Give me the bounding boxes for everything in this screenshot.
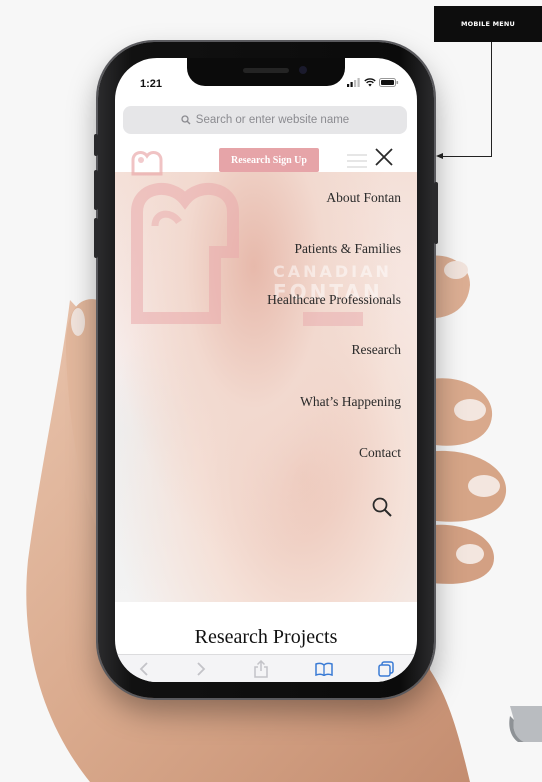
signal-icon <box>347 78 360 87</box>
mobile-menu-callout: MOBILE MENU <box>434 6 542 42</box>
search-icon <box>181 115 191 125</box>
chevron-left-icon[interactable] <box>138 661 150 677</box>
site-logo[interactable] <box>129 148 163 178</box>
phone-screen: 1:21 Search or enter website name CANADI… <box>115 58 417 682</box>
volume-down-button <box>94 218 98 258</box>
close-icon[interactable] <box>373 146 395 168</box>
section-heading: Research Projects <box>194 626 338 648</box>
menu-item-contact[interactable]: Contact <box>359 445 401 461</box>
menu-item-patients-families[interactable]: Patients & Families <box>295 241 402 257</box>
callout-arrowhead <box>436 153 443 159</box>
hero-logo-watermark <box>131 182 363 326</box>
menu-item-whats-happening[interactable]: What’s Happening <box>300 394 401 410</box>
volume-up-button <box>94 170 98 210</box>
notch <box>187 58 345 86</box>
status-icons <box>347 78 399 87</box>
share-icon[interactable] <box>253 659 269 678</box>
address-bar[interactable]: Search or enter website name <box>123 106 407 134</box>
search-icon[interactable] <box>371 496 393 518</box>
callout-connector-horizontal <box>442 156 492 157</box>
battery-icon <box>379 78 399 87</box>
research-signup-button[interactable]: Research Sign Up <box>219 148 319 172</box>
phone-device: 1:21 Search or enter website name CANADI… <box>94 42 438 698</box>
wifi-icon <box>364 78 376 87</box>
status-time: 1:21 <box>140 78 163 90</box>
menu-item-healthcare-professionals[interactable]: Healthcare Professionals <box>267 292 401 308</box>
address-placeholder: Search or enter website name <box>195 114 350 126</box>
browser-toolbar <box>115 654 417 682</box>
hero-watermark-line-1: CANADIAN <box>273 262 392 281</box>
webpage: CANADIAN FONTAN Research Sign Up About F… <box>115 142 417 604</box>
earpiece-speaker <box>243 68 289 73</box>
power-button <box>434 182 438 244</box>
menu-item-about-fontan[interactable]: About Fontan <box>326 190 401 206</box>
tabs-icon[interactable] <box>378 660 394 677</box>
silent-switch <box>94 134 98 156</box>
book-icon[interactable] <box>314 662 333 676</box>
front-camera <box>299 66 307 74</box>
hamburger-icon[interactable] <box>347 154 367 168</box>
menu-item-research[interactable]: Research <box>352 342 401 358</box>
corner-object <box>509 706 542 742</box>
chevron-right-icon[interactable] <box>195 661 207 677</box>
callout-connector-vertical <box>491 42 492 156</box>
